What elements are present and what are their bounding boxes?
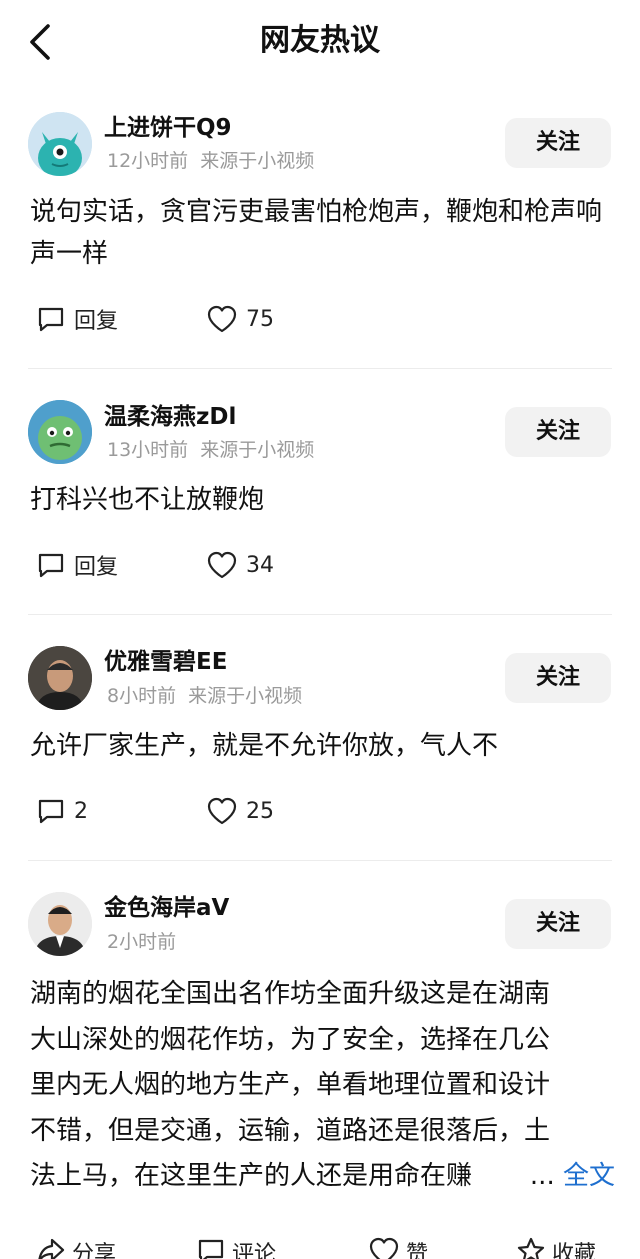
- comment-text-line: 湖南的烟花全国出名作坊全面升级这是在湖南: [30, 979, 551, 1009]
- username[interactable]: 金色海岸aV: [104, 893, 229, 923]
- reply-button[interactable]: 回复: [36, 299, 118, 339]
- comment-button[interactable]: 评论: [196, 1236, 276, 1259]
- like-button[interactable]: 赞: [368, 1236, 428, 1259]
- reply-button[interactable]: 2: [36, 791, 88, 831]
- full-text-link[interactable]: 全文: [563, 1161, 615, 1191]
- header: 网友热议: [0, 0, 640, 84]
- comment-source: 来源于小视频: [188, 685, 303, 707]
- comment-time: 2小时前: [107, 931, 177, 953]
- expand-text: ... 全文: [530, 1154, 615, 1200]
- comment-time: 12小时前: [107, 150, 189, 172]
- like-button[interactable]: 25: [206, 791, 274, 831]
- username[interactable]: 温柔海燕zDl: [104, 402, 236, 432]
- comment-bubble-icon: [38, 799, 64, 824]
- follow-button[interactable]: 关注: [505, 899, 611, 949]
- share-icon: [38, 1238, 65, 1259]
- reply-label: 回复: [74, 309, 119, 334]
- avatar[interactable]: [28, 400, 92, 464]
- like-count: 34: [246, 552, 274, 578]
- heart-icon: [207, 305, 237, 333]
- comment-text-line: 法上马，在这里生产的人还是用命在赚: [30, 1161, 473, 1191]
- comment-text-line: 大山深处的烟花作坊，为了安全，选择在几公: [30, 1024, 551, 1055]
- like-label: 赞: [406, 1242, 429, 1259]
- follow-button[interactable]: 关注: [505, 407, 611, 457]
- follow-button[interactable]: 关注: [505, 118, 611, 168]
- username[interactable]: 优雅雪碧EE: [104, 647, 227, 677]
- reply-button[interactable]: 回复: [36, 545, 118, 585]
- avatar-monster-image: [28, 112, 92, 176]
- comment-bubble-icon: [38, 307, 64, 332]
- bottom-action-bar: 分享 评论 赞 收藏: [0, 1232, 640, 1259]
- avatar[interactable]: [28, 646, 92, 710]
- comment-text-line: 里内无人烟的地方生产，单看地理位置和设计: [30, 1070, 551, 1100]
- ellipsis: ...: [529, 1161, 555, 1191]
- avatar[interactable]: [28, 892, 92, 956]
- follow-button[interactable]: 关注: [505, 653, 611, 703]
- comment-text: 湖南的烟花全国出名作坊全面升级这是在湖南 大山深处的烟花作坊，为了安全，选择在几…: [30, 972, 615, 1200]
- avatar-cartoon-image: [28, 400, 92, 464]
- share-button[interactable]: 分享: [36, 1236, 116, 1259]
- comment-meta: 13小时前 来源于小视频: [107, 437, 314, 463]
- favorite-button[interactable]: 收藏: [516, 1236, 596, 1259]
- comment-bubble-icon: [38, 553, 64, 578]
- share-label: 分享: [72, 1242, 117, 1259]
- comment-label: 评论: [232, 1242, 277, 1259]
- comment-source: 来源于小视频: [200, 150, 315, 172]
- page-title: 网友热议: [260, 23, 380, 58]
- comment-text: 说句实话，贪官污吏最害怕枪炮声，鞭炮和枪声响声一样: [30, 197, 603, 269]
- heart-icon: [207, 551, 237, 579]
- reply-label: 回复: [74, 555, 119, 580]
- avatar-photo-image: [28, 646, 92, 710]
- favorite-label: 收藏: [552, 1242, 597, 1259]
- divider: [28, 368, 612, 369]
- divider: [28, 860, 612, 861]
- divider: [28, 614, 612, 615]
- comment-meta: 2小时前: [107, 929, 176, 955]
- comment-time: 8小时前: [107, 685, 177, 707]
- like-button[interactable]: 34: [206, 545, 274, 585]
- comment-time: 13小时前: [107, 439, 189, 461]
- reply-count: 2: [74, 798, 88, 824]
- comment-source: 来源于小视频: [200, 439, 315, 461]
- comment-bubble-icon: [198, 1239, 224, 1259]
- comment-meta: 8小时前 来源于小视频: [107, 683, 302, 709]
- like-button[interactable]: 75: [206, 299, 274, 339]
- heart-icon: [207, 797, 237, 825]
- comment-text-last-line: 法上马，在这里生产的人还是用命在赚 ... 全文: [30, 1154, 615, 1200]
- avatar-photo-image: [28, 892, 92, 956]
- like-count: 25: [246, 798, 274, 824]
- comment-meta: 12小时前 来源于小视频: [107, 148, 314, 174]
- comment-text: 打科兴也不让放鞭炮: [30, 485, 265, 515]
- star-icon: [517, 1237, 545, 1259]
- heart-icon: [369, 1237, 399, 1259]
- avatar[interactable]: [28, 112, 92, 176]
- comment-text: 允许厂家生产，就是不允许你放，气人不: [30, 731, 499, 761]
- like-count: 75: [246, 306, 274, 332]
- username[interactable]: 上进饼干Q9: [104, 113, 232, 143]
- comment-text-line: 不错，但是交通，运输，道路还是很落后，土: [30, 1115, 551, 1146]
